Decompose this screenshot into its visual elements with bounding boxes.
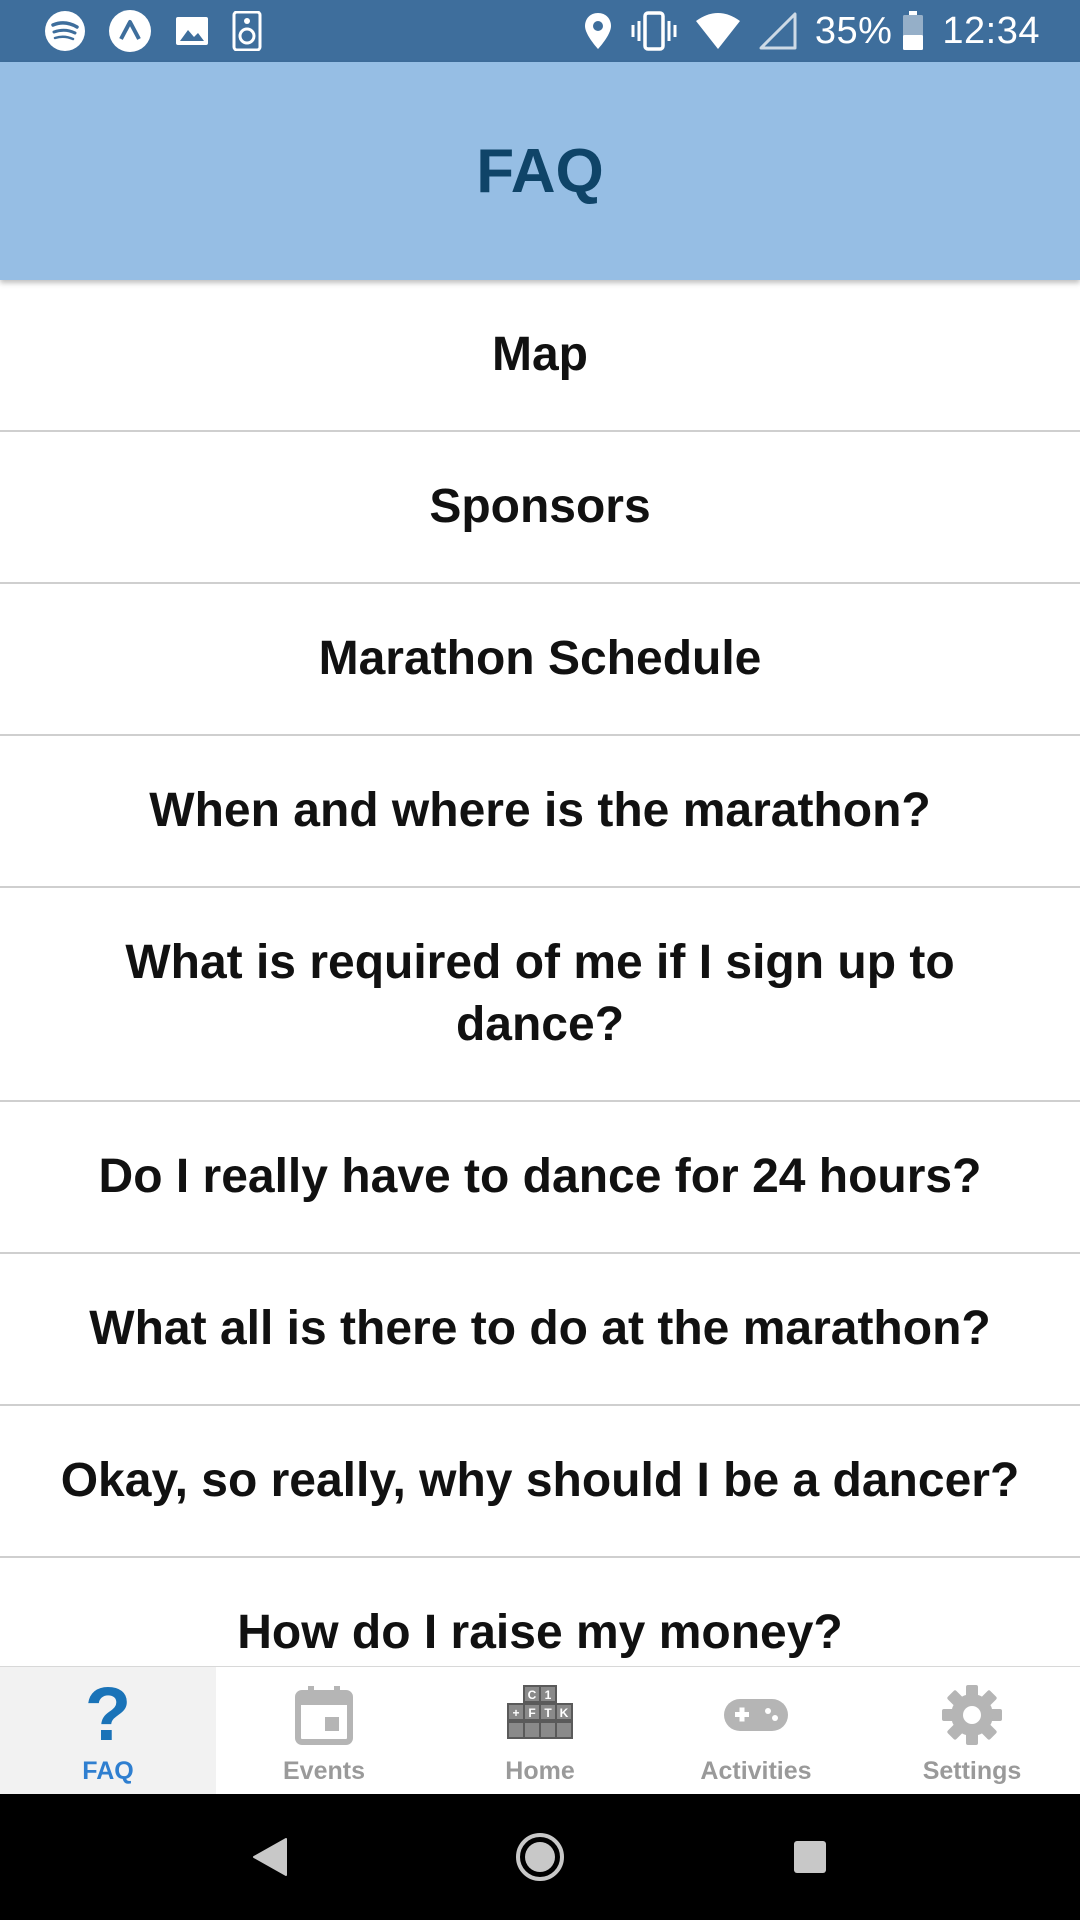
faq-item-what-to-do[interactable]: What all is there to do at the marathon? bbox=[0, 1254, 1080, 1406]
app-notification-icon bbox=[108, 9, 152, 53]
image-icon bbox=[174, 13, 210, 49]
blocks-icon: C1 + F T K bbox=[503, 1675, 577, 1755]
battery-percent: 35% bbox=[814, 9, 893, 52]
battery-icon bbox=[902, 11, 924, 51]
svg-text:K: K bbox=[560, 1706, 569, 1720]
tab-settings[interactable]: Settings bbox=[864, 1667, 1080, 1794]
svg-text:?: ? bbox=[85, 1682, 131, 1748]
speaker-icon bbox=[232, 11, 262, 51]
cell-signal-icon bbox=[759, 12, 797, 50]
system-nav-bar bbox=[0, 1794, 1080, 1920]
faq-item-raise-money[interactable]: How do I raise my money? bbox=[0, 1558, 1080, 1666]
faq-item-24-hours[interactable]: Do I really have to dance for 24 hours? bbox=[0, 1102, 1080, 1254]
svg-text:F: F bbox=[528, 1706, 535, 1720]
tab-label: Activities bbox=[700, 1757, 812, 1785]
faq-list[interactable]: Map Sponsors Marathon Schedule When and … bbox=[0, 280, 1080, 1666]
spotify-icon bbox=[44, 10, 86, 52]
status-left-icons bbox=[44, 9, 284, 53]
tab-faq[interactable]: ? FAQ bbox=[0, 1667, 216, 1794]
tab-events[interactable]: Events bbox=[216, 1667, 432, 1794]
status-bar: 35% 12:34 bbox=[0, 0, 1080, 62]
faq-item-sponsors[interactable]: Sponsors bbox=[0, 432, 1080, 584]
wifi-icon bbox=[695, 12, 741, 50]
tab-label: Settings bbox=[922, 1757, 1022, 1785]
tab-label: Home bbox=[505, 1757, 575, 1785]
faq-item-marathon-schedule[interactable]: Marathon Schedule bbox=[0, 584, 1080, 736]
back-button[interactable] bbox=[220, 1807, 320, 1907]
tab-home[interactable]: C1 + F T K Home bbox=[432, 1667, 648, 1794]
back-triangle-icon bbox=[253, 1838, 287, 1876]
home-button[interactable] bbox=[490, 1807, 590, 1907]
tab-label: Events bbox=[283, 1757, 365, 1785]
home-circle-icon bbox=[516, 1833, 564, 1881]
faq-item-map[interactable]: Map bbox=[0, 280, 1080, 432]
tab-label: FAQ bbox=[82, 1757, 134, 1785]
app-header: FAQ bbox=[0, 62, 1080, 280]
location-icon bbox=[583, 11, 613, 51]
question-icon: ? bbox=[83, 1675, 133, 1755]
recents-square-icon bbox=[794, 1841, 826, 1873]
faq-item-requirements[interactable]: What is required of me if I sign up to d… bbox=[0, 888, 1080, 1102]
faq-item-why-dancer[interactable]: Okay, so really, why should I be a dance… bbox=[0, 1406, 1080, 1558]
calendar-icon bbox=[295, 1675, 353, 1755]
svg-text:T: T bbox=[544, 1706, 552, 1720]
svg-text:+: + bbox=[512, 1706, 519, 1720]
page-title: FAQ bbox=[476, 136, 604, 206]
status-right-icons: 35% 12:34 bbox=[565, 10, 1040, 53]
gear-icon bbox=[941, 1675, 1003, 1755]
tab-activities[interactable]: Activities bbox=[648, 1667, 864, 1794]
svg-text:C: C bbox=[528, 1688, 537, 1702]
faq-item-when-where[interactable]: When and where is the marathon? bbox=[0, 736, 1080, 888]
clock: 12:34 bbox=[942, 9, 1040, 52]
svg-text:1: 1 bbox=[545, 1688, 552, 1702]
gamepad-icon bbox=[723, 1675, 789, 1755]
recents-button[interactable] bbox=[760, 1807, 860, 1907]
bottom-tab-bar: ? FAQ Events C 1 + F T K Home Activities… bbox=[0, 1666, 1080, 1794]
vibrate-icon bbox=[631, 11, 677, 51]
